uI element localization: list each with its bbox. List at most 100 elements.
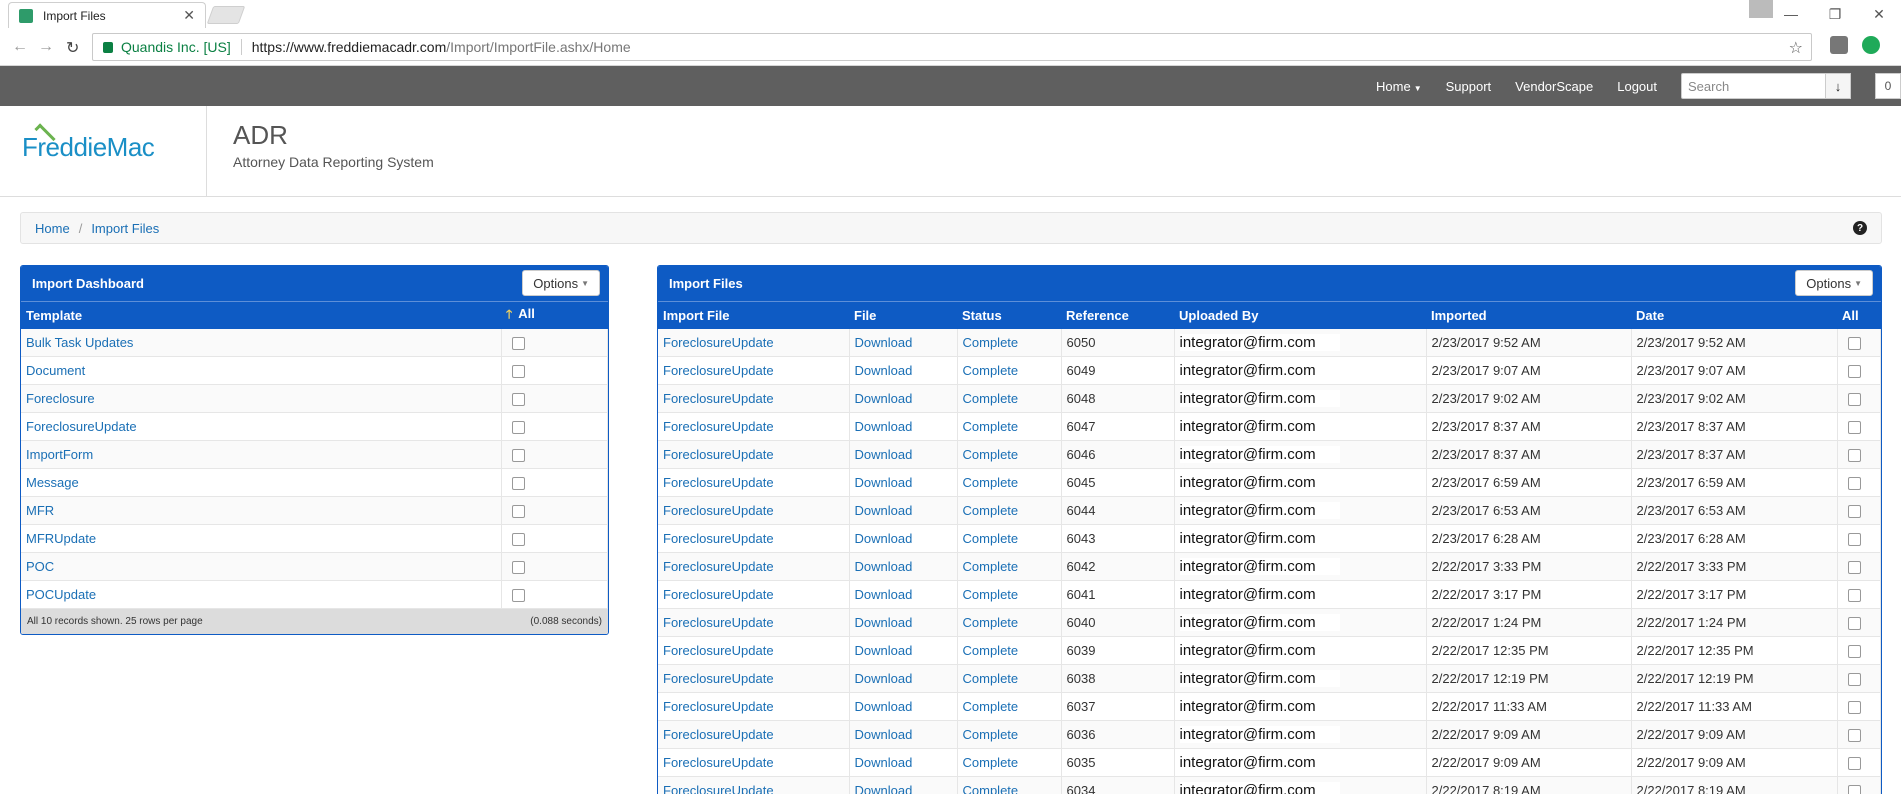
import-file-link[interactable]: ForeclosureUpdate [663,335,774,350]
import-file-link[interactable]: ForeclosureUpdate [663,503,774,518]
template-link[interactable]: Message [26,475,79,490]
col-header[interactable]: Import File [658,301,849,329]
row-checkbox[interactable] [511,561,525,575]
download-link[interactable]: Download [855,531,913,546]
row-checkbox[interactable] [511,421,525,435]
row-checkbox[interactable] [1847,449,1861,463]
download-link[interactable]: Download [855,615,913,630]
breadcrumb-import-files[interactable]: Import Files [91,221,159,236]
breadcrumb-home[interactable]: Home [35,221,70,236]
col-header[interactable]: Reference [1061,301,1174,329]
row-checkbox[interactable] [1847,533,1861,547]
extension-leaf-icon[interactable] [1862,36,1880,54]
template-link[interactable]: MFR [26,503,54,518]
download-link[interactable]: Download [855,699,913,714]
row-checkbox[interactable] [1847,365,1861,379]
download-link[interactable]: Download [855,671,913,686]
status-link[interactable]: Complete [963,335,1019,350]
status-link[interactable]: Complete [963,615,1019,630]
row-checkbox[interactable] [511,393,525,407]
import-file-link[interactable]: ForeclosureUpdate [663,727,774,742]
template-link[interactable]: POC [26,559,54,574]
search-download-icon[interactable]: ↓ [1825,73,1851,99]
status-link[interactable]: Complete [963,587,1019,602]
template-link[interactable]: Bulk Task Updates [26,335,133,350]
template-link[interactable]: ForeclosureUpdate [26,419,137,434]
notification-count[interactable]: 0 [1875,73,1901,99]
extension-icon[interactable] [1830,36,1848,54]
status-link[interactable]: Complete [963,363,1019,378]
import-file-link[interactable]: ForeclosureUpdate [663,699,774,714]
row-checkbox[interactable] [1847,477,1861,491]
nav-vendorscape[interactable]: VendorScape [1515,79,1593,94]
import-file-link[interactable]: ForeclosureUpdate [663,755,774,770]
template-link[interactable]: Document [26,363,85,378]
nav-logout[interactable]: Logout [1617,79,1657,94]
status-link[interactable]: Complete [963,755,1019,770]
col-header[interactable]: File [849,301,957,329]
dashboard-options-button[interactable]: Options ▼ [522,270,600,296]
import-file-link[interactable]: ForeclosureUpdate [663,615,774,630]
row-checkbox[interactable] [1847,645,1861,659]
row-checkbox[interactable] [1847,393,1861,407]
download-link[interactable]: Download [855,419,913,434]
col-template[interactable]: Template [21,301,501,329]
import-file-link[interactable]: ForeclosureUpdate [663,671,774,686]
template-link[interactable]: POCUpdate [26,587,96,602]
download-link[interactable]: Download [855,503,913,518]
row-checkbox[interactable] [1847,505,1861,519]
row-checkbox[interactable] [1847,757,1861,771]
import-file-link[interactable]: ForeclosureUpdate [663,391,774,406]
imports-options-button[interactable]: Options ▼ [1795,270,1873,296]
restore-icon[interactable]: ❐ [1813,6,1857,23]
col-header[interactable]: Imported [1426,301,1631,329]
status-link[interactable]: Complete [963,783,1019,794]
download-link[interactable]: Download [855,783,913,794]
row-checkbox[interactable] [1847,785,1861,794]
download-link[interactable]: Download [855,755,913,770]
back-icon[interactable]: ← [12,38,28,56]
close-tab-icon[interactable]: ✕ [183,7,195,24]
row-checkbox[interactable] [1847,617,1861,631]
reload-icon[interactable]: ↻ [66,38,79,58]
import-file-link[interactable]: ForeclosureUpdate [663,475,774,490]
sort-up-icon[interactable]: 🡑 [506,307,512,321]
new-tab-button[interactable] [206,6,246,24]
import-file-link[interactable]: ForeclosureUpdate [663,643,774,658]
row-checkbox[interactable] [511,336,525,350]
import-file-link[interactable]: ForeclosureUpdate [663,587,774,602]
download-link[interactable]: Download [855,363,913,378]
status-link[interactable]: Complete [963,531,1019,546]
row-checkbox[interactable] [511,449,525,463]
download-link[interactable]: Download [855,559,913,574]
status-link[interactable]: Complete [963,391,1019,406]
minimize-icon[interactable]: — [1769,6,1813,22]
address-bar[interactable]: Quandis Inc. [US] https://www.freddiemac… [92,33,1812,61]
row-checkbox[interactable] [511,477,525,491]
status-link[interactable]: Complete [963,559,1019,574]
download-link[interactable]: Download [855,727,913,742]
download-link[interactable]: Download [855,447,913,462]
import-file-link[interactable]: ForeclosureUpdate [663,419,774,434]
status-link[interactable]: Complete [963,643,1019,658]
bookmark-star-icon[interactable]: ☆ [1789,38,1803,58]
row-checkbox[interactable] [1847,336,1861,350]
status-link[interactable]: Complete [963,419,1019,434]
download-link[interactable]: Download [855,335,913,350]
import-file-link[interactable]: ForeclosureUpdate [663,447,774,462]
import-file-link[interactable]: ForeclosureUpdate [663,559,774,574]
row-checkbox[interactable] [1847,673,1861,687]
import-file-link[interactable]: ForeclosureUpdate [663,783,774,794]
nav-support[interactable]: Support [1446,79,1492,94]
forward-icon[interactable]: → [38,38,54,56]
download-link[interactable]: Download [855,391,913,406]
row-checkbox[interactable] [511,533,525,547]
browser-tab[interactable]: Import Files ✕ [8,2,206,28]
col-header[interactable]: All [1837,301,1881,329]
nav-home[interactable]: Home ▼ [1376,79,1422,94]
download-link[interactable]: Download [855,475,913,490]
download-link[interactable]: Download [855,643,913,658]
import-file-link[interactable]: ForeclosureUpdate [663,363,774,378]
row-checkbox[interactable] [1847,421,1861,435]
import-file-link[interactable]: ForeclosureUpdate [663,531,774,546]
